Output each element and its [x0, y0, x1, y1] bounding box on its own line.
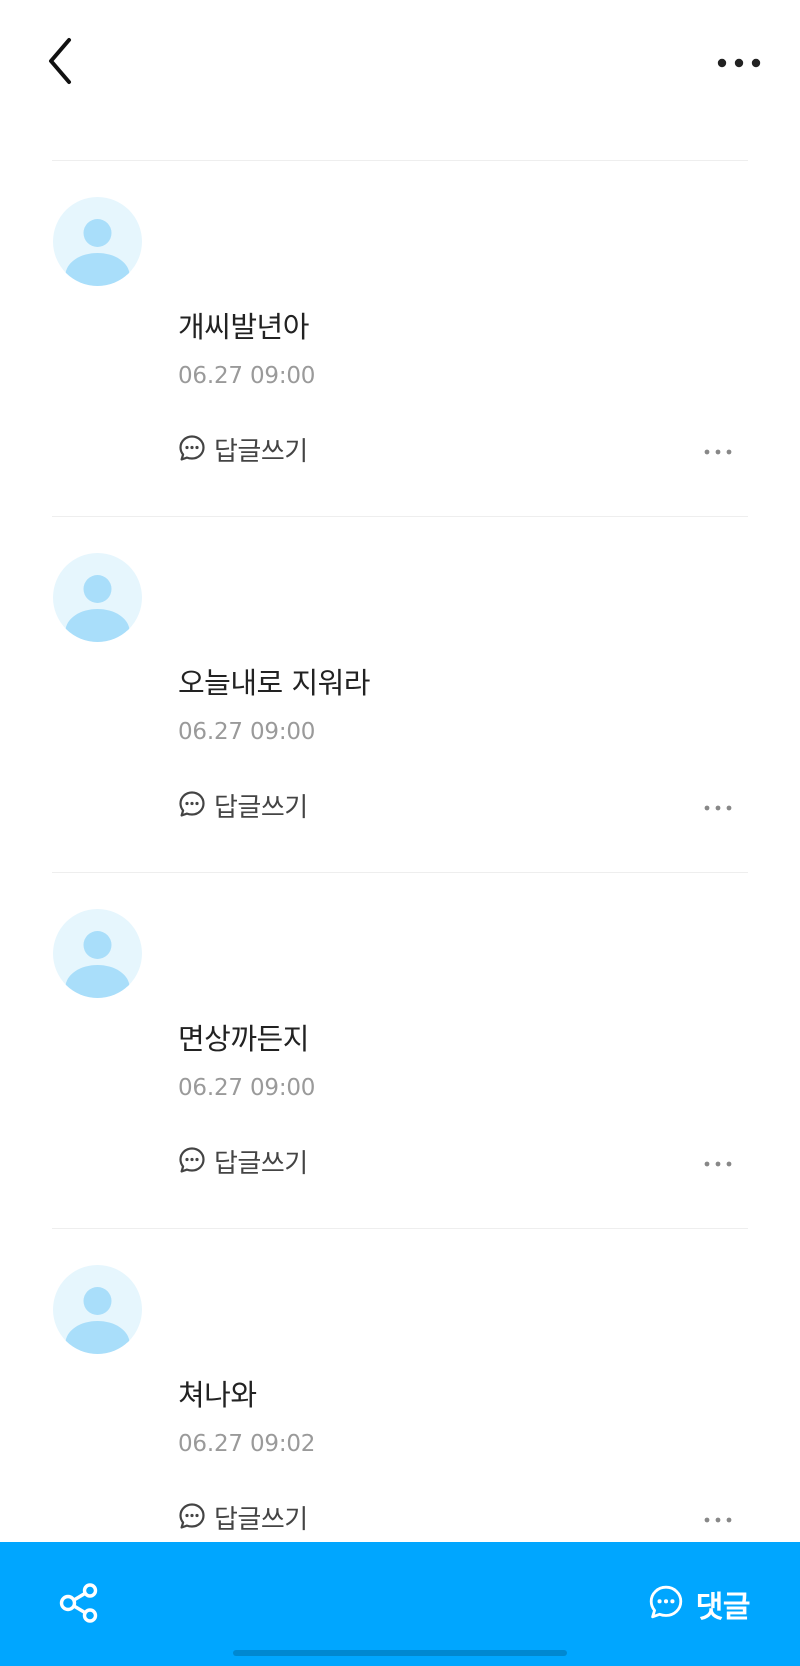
comments-page: 개씨발년아 06.27 09:00 답글쓰기 오늘내로 지워라 06.27 09…: [0, 0, 800, 1666]
share-button[interactable]: [56, 1582, 102, 1628]
comment-item: 오늘내로 지워라 06.27 09:00 답글쓰기: [52, 516, 748, 872]
comment-item: 면상까든지 06.27 09:00 답글쓰기: [52, 872, 748, 1228]
more-horizontal-icon: [704, 440, 732, 459]
comment-more-button[interactable]: [700, 1503, 736, 1531]
reply-button[interactable]: 답글쓰기: [178, 1143, 308, 1180]
reply-button[interactable]: 답글쓰기: [178, 431, 308, 468]
more-options-button[interactable]: [714, 44, 764, 80]
top-nav-bar: [0, 0, 800, 130]
comment-text: 개씨발년아: [178, 310, 309, 344]
default-user-icon: [65, 1287, 130, 1354]
comment-item: 쳐나와 06.27 09:02 답글쓰기: [52, 1228, 748, 1584]
chat-bubble-icon: [178, 790, 206, 822]
comment-timestamp: 06.27 09:00: [178, 363, 316, 389]
comment-more-button[interactable]: [700, 1147, 736, 1175]
comment-text: 면상까든지: [178, 1022, 309, 1056]
comment-timestamp: 06.27 09:00: [178, 719, 316, 745]
comment-item: 개씨발년아 06.27 09:00 답글쓰기: [52, 160, 748, 516]
comment-more-button[interactable]: [700, 791, 736, 819]
more-horizontal-icon: [704, 796, 732, 815]
comment-text: 쳐나와: [178, 1378, 257, 1412]
bottom-action-bar: 댓글: [0, 1542, 800, 1666]
default-user-icon: [65, 575, 130, 642]
reply-label: 답글쓰기: [214, 1505, 308, 1535]
more-horizontal-icon: [704, 1152, 732, 1171]
comment-list: 개씨발년아 06.27 09:00 답글쓰기 오늘내로 지워라 06.27 09…: [0, 160, 800, 1584]
chevron-left-icon: [45, 36, 75, 90]
reply-button[interactable]: 답글쓰기: [178, 787, 308, 824]
back-button[interactable]: [40, 38, 80, 88]
more-horizontal-icon: [717, 53, 761, 72]
default-user-icon: [65, 219, 130, 286]
avatar[interactable]: [53, 553, 142, 642]
share-icon: [58, 1582, 100, 1628]
comment-timestamp: 06.27 09:00: [178, 1075, 316, 1101]
home-indicator: [233, 1650, 567, 1656]
comment-timestamp: 06.27 09:02: [178, 1431, 316, 1457]
comment-text: 오늘내로 지워라: [178, 666, 370, 700]
reply-label: 답글쓰기: [214, 1149, 308, 1179]
chat-bubble-icon: [178, 1502, 206, 1534]
reply-label: 답글쓰기: [214, 437, 308, 467]
comment-more-button[interactable]: [700, 435, 736, 463]
reply-label: 답글쓰기: [214, 793, 308, 823]
more-horizontal-icon: [704, 1508, 732, 1527]
default-user-icon: [65, 931, 130, 998]
write-comment-button[interactable]: 댓글: [648, 1578, 751, 1630]
avatar[interactable]: [53, 1265, 142, 1354]
avatar[interactable]: [53, 197, 142, 286]
chat-bubble-icon: [178, 434, 206, 466]
chat-bubble-icon: [178, 1146, 206, 1178]
comment-button-label: 댓글: [695, 1590, 751, 1625]
reply-button[interactable]: 답글쓰기: [178, 1499, 308, 1536]
chat-bubble-icon: [648, 1584, 684, 1624]
avatar[interactable]: [53, 909, 142, 998]
